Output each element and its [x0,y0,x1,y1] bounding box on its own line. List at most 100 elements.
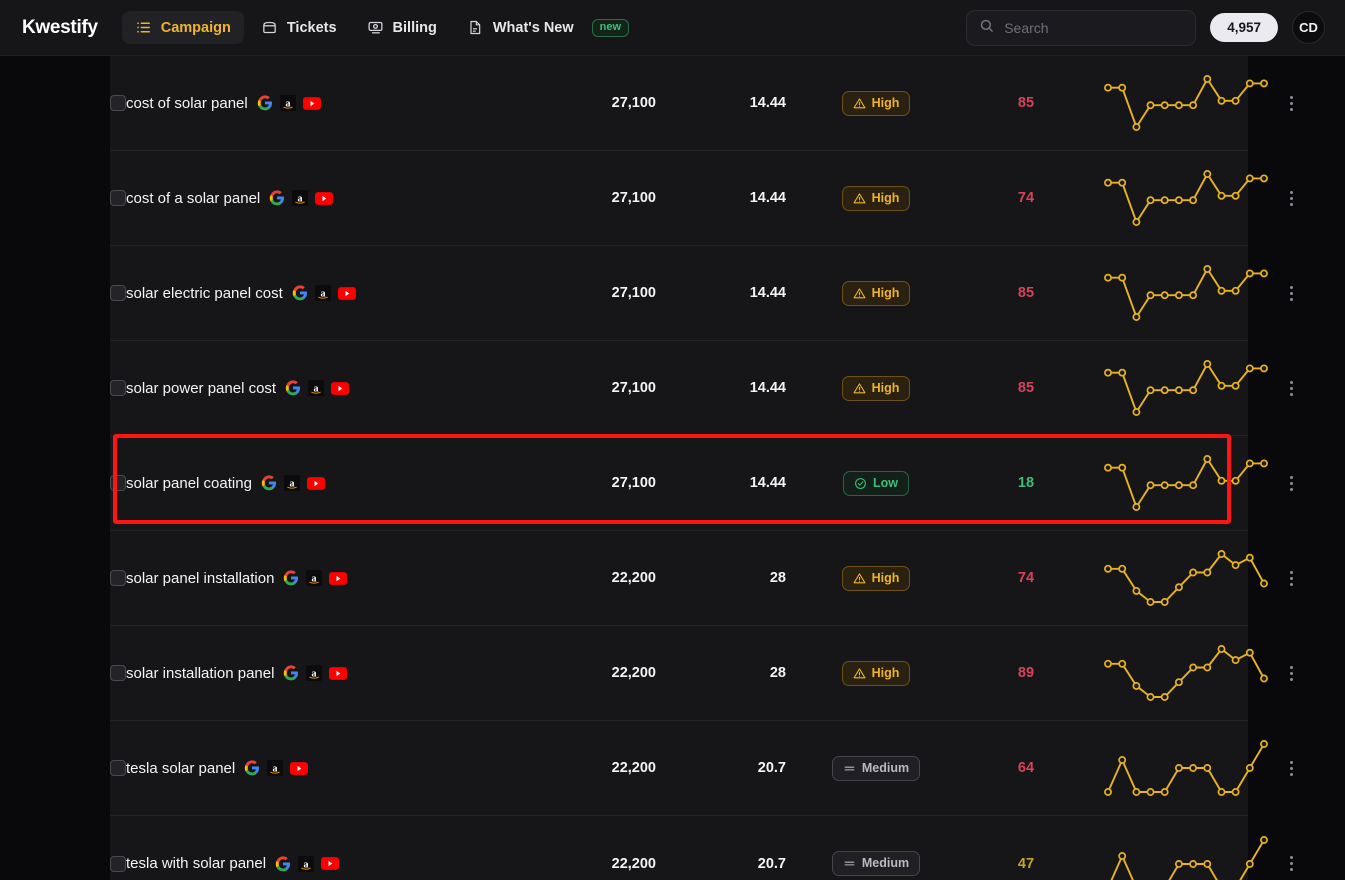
more-vertical-icon[interactable] [1286,567,1297,590]
competition-badge[interactable]: High [841,90,911,116]
table-row[interactable]: tesla with solar panel a 22,200 20.7 Med… [110,816,1293,880]
table-row[interactable]: cost of solar panel a 27,100 14.44 High [110,56,1293,151]
table-row[interactable]: solar electric panel cost a 27,100 14.44… [110,246,1293,341]
competition-badge[interactable]: High [841,280,911,306]
google-source-icon[interactable] [285,380,301,396]
keyword-cell: solar power panel cost a [126,380,546,397]
youtube-source-icon[interactable] [306,476,325,490]
amazon-source-icon[interactable]: a [308,380,325,396]
search-input[interactable] [1004,19,1184,36]
cpc-value: 14.44 [749,380,786,396]
row-checkbox[interactable] [110,570,126,586]
nav-item-tickets[interactable]: Tickets [248,11,350,44]
difficulty-score: 64 [1017,760,1035,776]
competition-label: Medium [861,760,910,775]
row-checkbox[interactable] [110,665,126,681]
warning-triangle-icon [853,667,866,680]
amazon-source-icon[interactable]: a [292,190,309,206]
table-row[interactable]: solar power panel cost a 27,100 14.44 Hi… [110,341,1293,436]
nav-item-label: Campaign [160,19,231,36]
credits-counter-pill[interactable]: 4,957 [1210,12,1278,43]
difficulty-score: 74 [1017,190,1035,206]
nav-item-billing[interactable]: Billing [354,11,450,44]
more-vertical-icon[interactable] [1286,662,1297,685]
competition-cell: High [786,565,966,591]
checkbox-cell [110,380,126,396]
youtube-source-icon[interactable] [331,381,350,395]
list-icon [135,19,152,36]
more-vertical-icon[interactable] [1286,472,1297,495]
source-icon-group: a [257,95,321,111]
google-source-icon[interactable] [261,475,277,491]
svg-text:a: a [304,859,309,870]
row-checkbox[interactable] [110,760,126,776]
keyword-label: solar electric panel cost [126,284,283,302]
youtube-source-icon[interactable] [329,571,348,585]
row-checkbox[interactable] [110,285,126,301]
header-right-cluster: 4,957 CD [966,9,1325,46]
table-row[interactable]: solar panel installation a 22,200 28 Hig… [110,531,1293,626]
competition-badge[interactable]: High [841,375,911,401]
amazon-source-icon[interactable]: a [306,665,323,681]
warning-triangle-icon [853,97,866,110]
google-source-icon[interactable] [269,190,285,206]
row-checkbox[interactable] [110,95,126,111]
cpc-value: 20.7 [757,760,786,776]
google-source-icon[interactable] [257,95,273,111]
table-row[interactable]: solar installation panel a 22,200 28 Hig… [110,626,1293,721]
google-source-icon[interactable] [283,665,299,681]
nav-item-what-s-new[interactable]: What's New new [454,11,642,45]
google-source-icon[interactable] [275,855,291,872]
row-checkbox[interactable] [110,475,126,491]
google-source-icon[interactable] [292,285,308,301]
row-checkbox[interactable] [110,380,126,396]
youtube-source-icon[interactable] [315,191,334,205]
youtube-source-icon[interactable] [302,96,321,110]
search-box[interactable] [966,9,1197,46]
google-source-icon[interactable] [283,570,299,586]
keyword-cell: tesla with solar panel a [126,855,546,872]
amazon-source-icon[interactable]: a [298,855,315,872]
youtube-source-icon[interactable] [329,666,348,680]
keyword-cell: solar installation panel a [126,665,546,682]
nav-item-campaign[interactable]: Campaign [121,11,244,44]
competition-badge[interactable]: High [841,185,911,211]
competition-badge[interactable]: High [841,565,911,591]
amazon-source-icon[interactable]: a [279,95,296,111]
competition-badge[interactable]: Medium [831,851,921,876]
more-vertical-icon[interactable] [1286,282,1297,305]
keyword-label: tesla with solar panel [126,855,267,872]
table-row[interactable]: tesla solar panel a 22,200 20.7 Medium 6… [110,721,1293,816]
search-volume-value: 27,100 [611,190,656,206]
amazon-source-icon[interactable]: a [267,760,284,776]
more-vertical-icon[interactable] [1286,852,1297,875]
checkbox-cell [110,475,126,491]
row-checkbox[interactable] [110,190,126,206]
user-avatar[interactable]: CD [1292,11,1325,44]
google-source-icon[interactable] [244,760,260,776]
youtube-source-icon[interactable] [337,286,356,300]
more-vertical-icon[interactable] [1286,757,1297,780]
more-vertical-icon[interactable] [1286,377,1297,400]
cpc-value: 28 [769,665,786,681]
more-vertical-icon[interactable] [1286,92,1297,115]
more-vertical-icon[interactable] [1286,187,1297,210]
competition-badge[interactable]: Medium [831,755,921,781]
amazon-source-icon[interactable]: a [314,285,331,301]
search-volume-value: 22,200 [611,855,656,872]
amazon-source-icon[interactable]: a [283,475,300,491]
competition-badge[interactable]: High [841,660,911,686]
inbox-icon [261,19,278,36]
amazon-source-icon[interactable]: a [306,570,323,586]
row-actions-cell [1286,92,1297,115]
youtube-source-icon[interactable] [290,761,309,775]
table-row[interactable]: solar panel coating a 27,100 14.44 Low 1… [110,436,1293,531]
checkbox-cell [110,95,126,111]
nav-item-label: Tickets [286,19,337,36]
row-checkbox[interactable] [110,855,126,872]
source-icon-group: a [292,285,356,301]
competition-badge[interactable]: Low [843,470,909,496]
table-row[interactable]: cost of a solar panel a 27,100 14.44 Hig… [110,151,1293,246]
competition-label: High [871,190,900,205]
youtube-source-icon[interactable] [321,857,340,870]
